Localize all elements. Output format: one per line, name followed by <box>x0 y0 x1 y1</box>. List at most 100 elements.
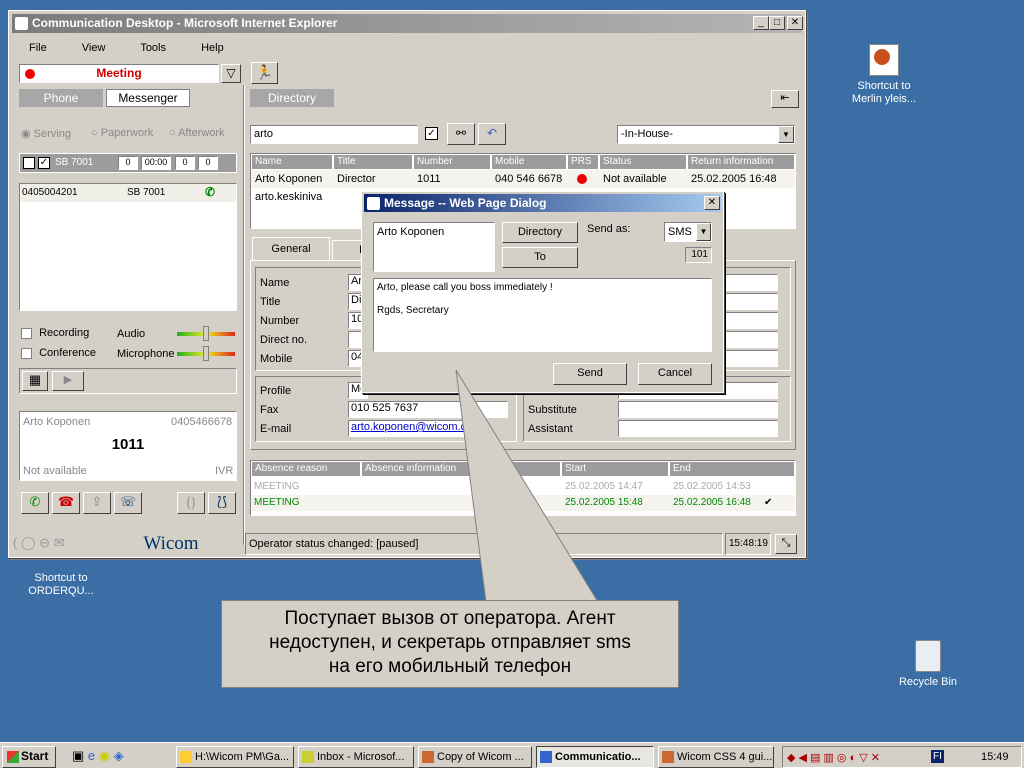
resize-icon[interactable]: ⤡ <box>775 534 797 554</box>
recycle-bin-icon <box>915 640 941 672</box>
forward-icon[interactable]: ⟮⟯ <box>177 492 205 514</box>
microphone-label: Microphone <box>117 348 175 360</box>
conference-checkbox[interactable] <box>21 347 32 359</box>
menu-tools[interactable]: Tools <box>140 42 166 54</box>
recording-option[interactable]: Recording <box>21 327 89 339</box>
answer-icon[interactable]: ✆ <box>21 492 49 514</box>
close-button[interactable]: ✕ <box>787 16 803 30</box>
media-icon[interactable]: ◈ <box>114 748 124 763</box>
desktop-icon-merlin[interactable]: Shortcut to Merlin yleis... <box>846 44 922 106</box>
message-textarea[interactable]: Arto, please call you boss immediately !… <box>373 278 712 352</box>
dialog-close-button[interactable]: ✕ <box>704 196 720 210</box>
taskbar-item[interactable]: Copy of Wicom ... <box>418 746 532 768</box>
maximize-button[interactable]: □ <box>769 16 785 30</box>
system-tray: ◆ ◀ ▤ ▥ ◎ ◐ ▽ ✕ FI 15:49 <box>782 746 1022 768</box>
walkout-icon[interactable]: 🏃 <box>251 62 278 84</box>
mode-serving[interactable]: ◉ Serving <box>21 127 71 140</box>
label-title: Title <box>260 296 281 308</box>
taskbar-item[interactable]: Inbox - Microsof... <box>298 746 414 768</box>
tab-other[interactable]: I <box>332 240 362 260</box>
ppt-icon <box>662 751 674 763</box>
taskbar-item-active[interactable]: Communicatio... <box>536 746 654 768</box>
outlook-icon[interactable]: ◉ <box>99 748 110 763</box>
col-header[interactable]: Number <box>413 154 491 170</box>
search-input[interactable]: arto <box>250 125 418 144</box>
status-red-icon <box>25 69 35 79</box>
presence-red-icon <box>577 174 587 184</box>
col-header[interactable]: Name <box>251 154 333 170</box>
cell: arto.keskiniva <box>255 191 323 203</box>
minimize-button[interactable]: _ <box>753 16 769 30</box>
message-line: Arto, please call you boss immediately ! <box>377 282 553 293</box>
col-header[interactable]: End <box>669 461 795 477</box>
collapse-button[interactable]: ⇤ <box>771 90 799 108</box>
desktop-icon[interactable]: ▣ <box>72 748 84 763</box>
video-icon[interactable]: ▶ <box>52 371 84 391</box>
taskbar-item[interactable]: Wicom CSS 4 gui... <box>658 746 774 768</box>
start-button[interactable]: Start <box>2 746 56 768</box>
status-dropdown-button[interactable]: ▽ <box>221 64 241 83</box>
menu-file[interactable]: File <box>29 42 47 54</box>
col-header[interactable]: Absence reason <box>251 461 361 477</box>
transfer-icon[interactable]: ⇪ <box>83 492 111 514</box>
callout-pointer <box>455 369 599 603</box>
callout-text: на его мобильный телефон <box>328 656 572 677</box>
tab-phone[interactable]: Phone <box>19 89 103 107</box>
recording-label: Recording <box>39 327 90 339</box>
menu-view[interactable]: View <box>82 42 106 54</box>
tab-messenger[interactable]: Messenger <box>106 89 190 107</box>
search-checkbox[interactable]: ✓ <box>425 127 438 140</box>
col-header[interactable]: PRS <box>567 154 599 170</box>
detail-labels: Name Title Number Direct no. Mobile <box>260 274 307 369</box>
menu-help[interactable]: Help <box>201 42 224 54</box>
col-header[interactable]: Mobile <box>491 154 567 170</box>
to-button[interactable]: To <box>502 247 578 268</box>
call-row[interactable]: 0405004201 SB 7001 ✆ <box>20 184 236 202</box>
chevron-down-icon[interactable]: ▼ <box>696 223 711 241</box>
col-header[interactable]: Title <box>333 154 413 170</box>
tab-directory[interactable]: Directory <box>250 89 334 107</box>
dialog-title: Message -- Web Page Dialog <box>384 196 547 210</box>
chevron-down-icon[interactable]: ▼ <box>778 126 794 143</box>
binoculars-icon[interactable]: ⚯ <box>447 123 475 145</box>
hangup-icon[interactable]: ☎ <box>52 492 80 514</box>
status-select[interactable]: Meeting <box>19 64 219 83</box>
conference-icon[interactable]: ⟅⟆ <box>208 492 236 514</box>
mode-label: Afterwork <box>178 127 225 139</box>
line-checkbox-checked[interactable]: ✓ <box>38 157 50 169</box>
phone-icon: ✆ <box>205 185 216 199</box>
hold-icon[interactable]: ☏ <box>114 492 142 514</box>
status-time: 15:48:19 <box>725 533 771 555</box>
conference-option[interactable]: Conference <box>21 347 96 359</box>
caller-status: Not available <box>23 465 87 477</box>
col-header[interactable]: Return information <box>687 154 795 170</box>
col-header[interactable]: Status <box>599 154 687 170</box>
keypad-icon[interactable]: ▦ <box>22 371 48 391</box>
undo-icon[interactable]: ↶ <box>478 123 506 145</box>
language-indicator[interactable]: FI <box>931 750 944 763</box>
desktop-icon-recycle[interactable]: Recycle Bin <box>890 640 966 689</box>
recording-checkbox[interactable] <box>21 327 32 339</box>
label-direct: Direct no. <box>260 334 308 346</box>
microphone-slider[interactable] <box>177 346 235 361</box>
line-label: SB 7001 <box>55 157 94 168</box>
desktop-icon-orderqu[interactable]: Shortcut to ORDERQU... <box>22 558 100 598</box>
taskbar-item[interactable]: H:\Wicom PM\Ga... <box>176 746 294 768</box>
audio-slider[interactable] <box>177 326 235 341</box>
table-row[interactable]: Arto Koponen Director 1011 040 546 6678 … <box>251 170 795 188</box>
recipient-box[interactable]: Arto Koponen <box>373 222 495 272</box>
mode-paperwork[interactable]: ○ Paperwork <box>91 127 153 139</box>
sendas-select[interactable]: SMS ▼ <box>664 222 712 242</box>
scope-select[interactable]: -In-House- ▼ <box>617 125 795 144</box>
tools-panel: ▦ ▶ <box>19 368 237 394</box>
call-list[interactable]: 0405004201 SB 7001 ✆ <box>19 183 237 311</box>
line-counter: 0 <box>198 156 218 170</box>
mode-afterwork[interactable]: ○ Afterwork <box>169 127 225 139</box>
directory-button[interactable]: Directory <box>502 222 578 243</box>
tab-general[interactable]: General <box>252 237 330 261</box>
cell: Director <box>337 173 376 185</box>
cell: 25.02.2005 16:48 <box>691 173 777 185</box>
label-mobile: Mobile <box>260 353 293 365</box>
ie-icon[interactable]: e <box>88 748 95 763</box>
line-checkbox[interactable] <box>23 157 35 169</box>
